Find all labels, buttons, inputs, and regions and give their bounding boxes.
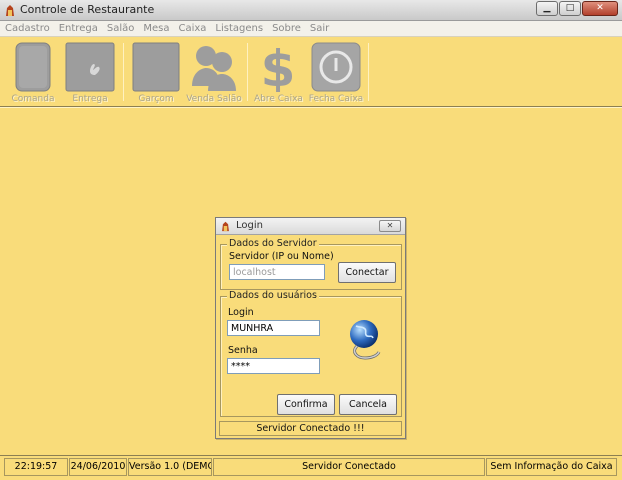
entrega-icon [65, 42, 115, 92]
menu-listagens[interactable]: Listagens [210, 21, 267, 37]
status-date: 24/06/2010 [69, 458, 127, 476]
toolbar-garcom-label: Garçom [138, 94, 174, 104]
toolbar-fecha-caixa-button[interactable]: Fecha Caixa [307, 39, 365, 105]
svg-text:$: $ [261, 42, 296, 92]
menu-sair[interactable]: Sair [305, 21, 333, 37]
power-icon [311, 42, 361, 92]
toolbar-abre-caixa-label: Abre Caixa [254, 94, 303, 104]
menu-caixa[interactable]: Caixa [173, 21, 210, 37]
connect-button[interactable]: Conectar [338, 262, 396, 283]
menu-entrega[interactable]: Entrega [54, 21, 102, 37]
dialog-title: Login [236, 220, 263, 231]
user-group: Dados do usuários Login MUNHRA Senha ***… [220, 290, 402, 417]
server-group-title: Dados do Servidor [227, 238, 319, 249]
status-connection: Servidor Conectado [213, 458, 485, 476]
menu-cadastro[interactable]: Cadastro [0, 21, 54, 37]
app-icon [6, 5, 14, 16]
toolbar-separator [247, 43, 248, 101]
user-group-title: Dados do usuários [227, 290, 319, 301]
toolbar-fecha-caixa-label: Fecha Caixa [308, 94, 364, 104]
status-cash: Sem Informação do Caixa [486, 458, 617, 476]
toolbar-comanda-button[interactable]: Comanda [10, 39, 56, 105]
login-input[interactable]: MUNHRA [227, 320, 320, 336]
toolbar-venda-salao-button[interactable]: Venda Salão [186, 39, 242, 105]
garcom-icon [132, 42, 180, 92]
menu-sobre[interactable]: Sobre [267, 21, 305, 37]
menu-mesa[interactable]: Mesa [138, 21, 173, 37]
login-label: Login [228, 307, 254, 318]
minimize-button[interactable]: ▁ [536, 1, 558, 16]
toolbar-entrega-button[interactable]: Entrega [62, 39, 118, 105]
window-controls: ▁ □ ✕ [536, 1, 618, 16]
toolbar-garcom-button[interactable]: Garçom [130, 39, 182, 105]
status-bar: 22:19:57 24/06/2010 Versão 1.0 (DEMO) Se… [0, 455, 622, 480]
dialog-app-icon [222, 221, 229, 232]
dialog-titlebar: Login ✕ [216, 218, 405, 235]
password-label: Senha [228, 345, 258, 356]
toolbar: Comanda Entrega Garçom Venda Salão $ Abr… [0, 37, 622, 107]
menu-salao[interactable]: Salão [102, 21, 139, 37]
server-input[interactable]: localhost [229, 264, 325, 280]
password-input[interactable]: **** [227, 358, 320, 374]
users-icon [192, 46, 236, 91]
server-group: Dados do Servidor Servidor (IP ou Nome) … [220, 238, 402, 290]
server-label: Servidor (IP ou Nome) [229, 251, 334, 262]
menu-bar: Cadastro Entrega Salão Mesa Caixa Listag… [0, 21, 622, 37]
window-title: Controle de Restaurante [20, 3, 155, 16]
status-time: 22:19:57 [4, 458, 68, 476]
confirm-button[interactable]: Confirma [277, 394, 335, 415]
status-version: Versão 1.0 (DEMO) [128, 458, 212, 476]
dialog-close-button[interactable]: ✕ [379, 220, 401, 232]
dialog-status: Servidor Conectado !!! [219, 421, 402, 436]
toolbar-comanda-label: Comanda [11, 94, 55, 104]
toolbar-abre-caixa-button[interactable]: $ Abre Caixa [254, 39, 303, 105]
toolbar-separator [123, 43, 124, 101]
network-globe-icon [350, 320, 381, 360]
toolbar-separator [368, 43, 369, 101]
dollar-icon: $ [261, 42, 296, 92]
window-titlebar: Controle de Restaurante ▁ □ ✕ [0, 0, 622, 21]
toolbar-entrega-label: Entrega [72, 94, 108, 104]
comanda-icon [15, 42, 51, 92]
close-button[interactable]: ✕ [582, 1, 618, 16]
cancel-button[interactable]: Cancela [339, 394, 397, 415]
toolbar-venda-salao-label: Venda Salão [186, 94, 242, 104]
maximize-button[interactable]: □ [559, 1, 581, 16]
login-dialog: Login ✕ Dados do Servidor Servidor (IP o… [215, 217, 406, 439]
